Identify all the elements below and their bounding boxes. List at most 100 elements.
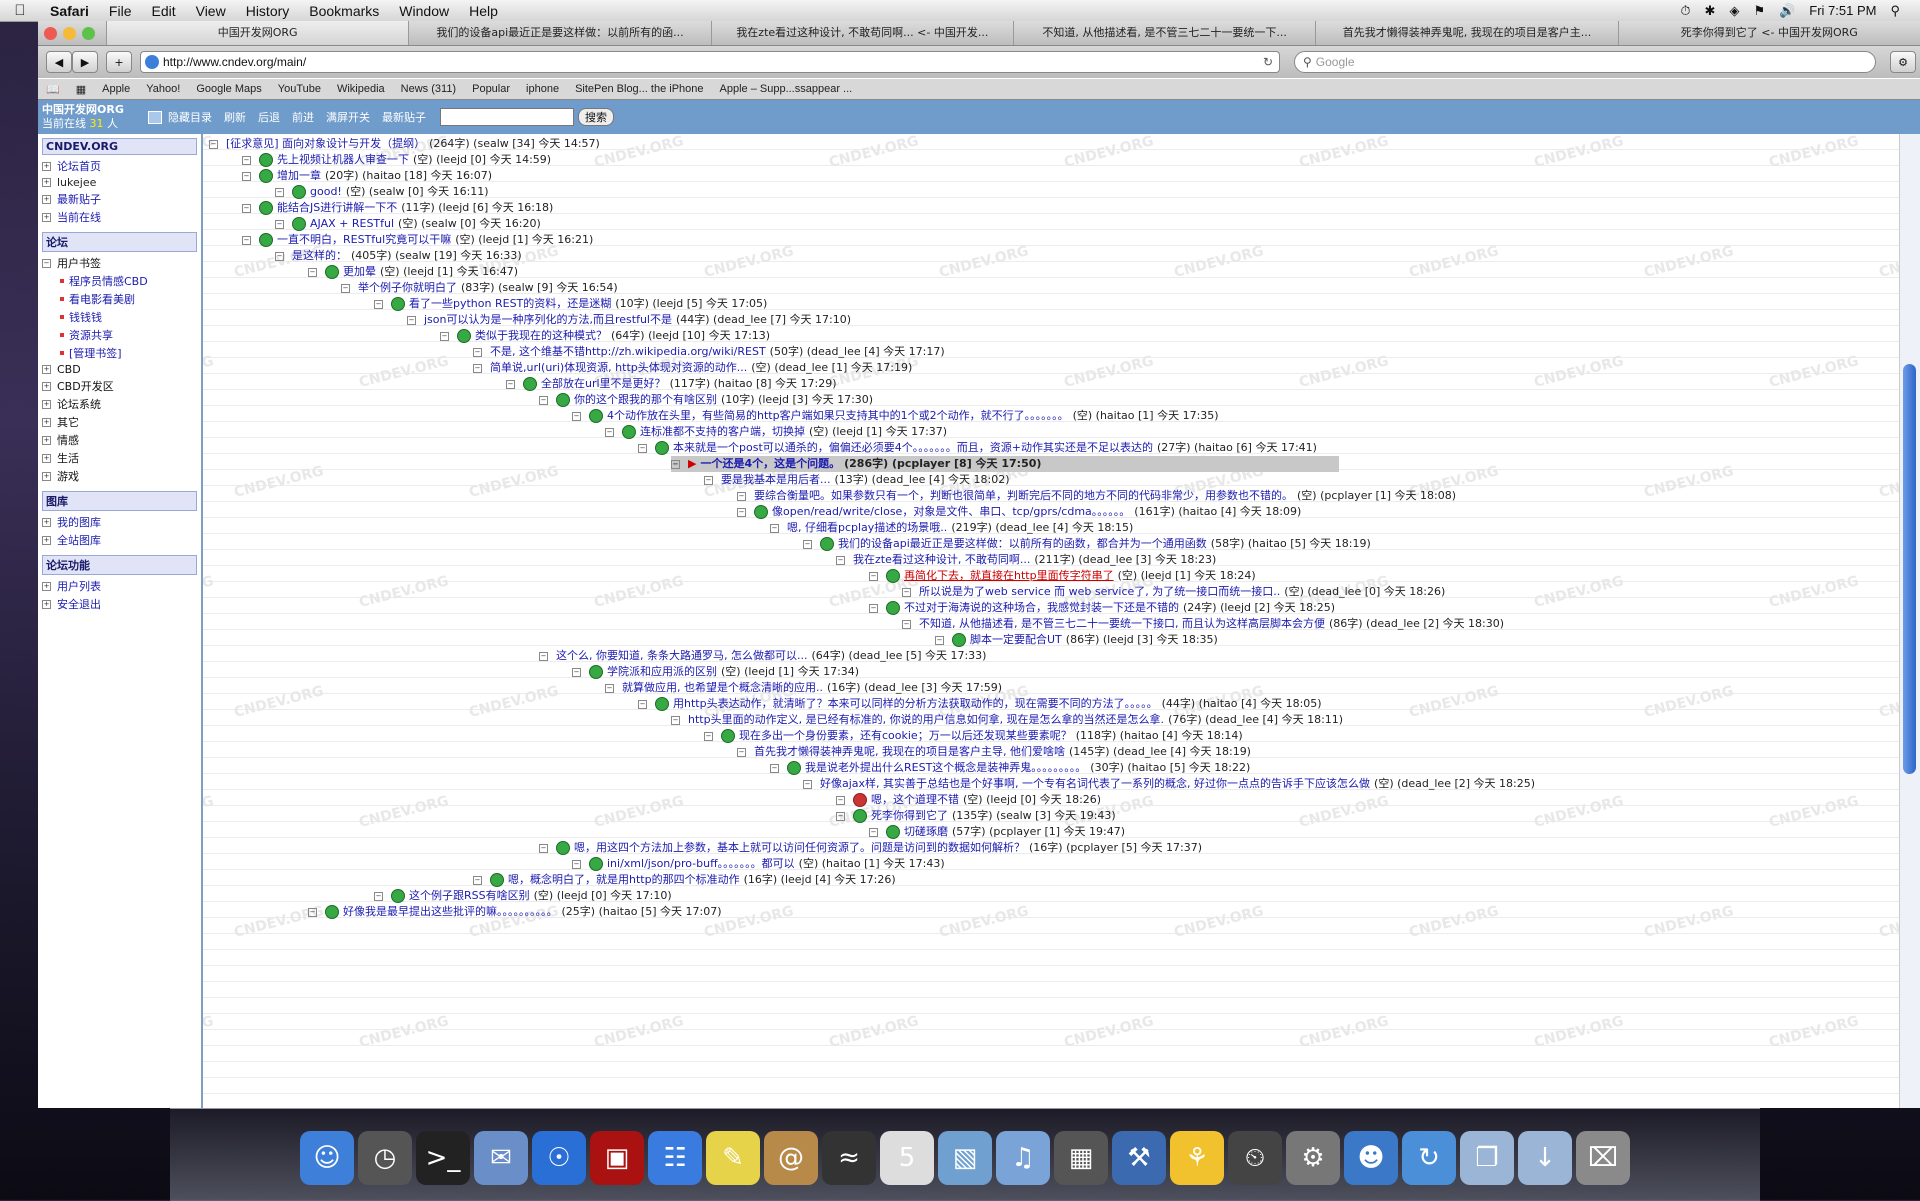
post-title[interactable]: 先上视频让机器人审查一下 — [277, 152, 409, 168]
post-title[interactable]: 连标准都不支持的客户端，切换掉 — [640, 424, 805, 440]
post-title[interactable]: 就算做应用, 也希望是个概念清晰的应用.. — [622, 680, 823, 696]
expand-icon[interactable]: + — [42, 517, 51, 527]
post-toggle-icon[interactable]: − — [473, 363, 482, 373]
post-toggle-icon[interactable]: − — [605, 427, 614, 437]
back-button[interactable]: ◀ — [46, 51, 72, 73]
thread-post[interactable]: − 我是说老外提出什么REST这个概念是装神弄鬼。。。。。。。。。 (30字) (h… — [770, 760, 1250, 776]
thread-post[interactable]: − 增加一章 (20字) (haitao [18] 今天 16:07) — [242, 168, 492, 184]
sync-icon[interactable]: ↻ — [1402, 1131, 1456, 1185]
top-sites-icon[interactable]: ▦ — [68, 83, 94, 96]
post-title[interactable]: json可以认为是一种序列化的方法,而且restful不是 — [424, 312, 672, 328]
post-toggle-icon[interactable]: − — [506, 379, 515, 389]
post-title[interactable]: 能结合JS进行讲解一下不 — [277, 200, 397, 216]
toggle-checkbox[interactable] — [148, 110, 162, 124]
thread-post[interactable]: − 看了一些python REST的资料，还是迷糊 (10字) (leejd [5]… — [374, 296, 767, 312]
thread-post[interactable]: − 不是, 这个维基不错http://zh.wikipedia.org/wiki/… — [473, 344, 945, 360]
bluetooth-icon[interactable]: ✱ — [1705, 3, 1716, 19]
activity-monitor-icon[interactable]: ≈ — [822, 1131, 876, 1185]
post-toggle-icon[interactable]: − — [605, 683, 614, 693]
wifi-icon[interactable]: ◈ — [1729, 3, 1739, 19]
post-title[interactable]: 要综合衡量吧。如果参数只有一个，判断也很简单，判断完后不同的地方不同的代码非常少… — [754, 488, 1293, 504]
forward-link[interactable]: 前进 — [286, 109, 320, 125]
url-text[interactable]: http://www.cndev.org/main/ — [163, 55, 306, 69]
post-title[interactable]: 一直不明白，RESTful究竟可以干嘛 — [277, 232, 451, 248]
post-toggle-icon[interactable]: − — [275, 219, 284, 229]
expand-icon[interactable]: + — [42, 471, 51, 481]
forum-item[interactable]: CBD — [57, 363, 81, 376]
bookmark-google-maps[interactable]: Google Maps — [188, 83, 269, 95]
expand-icon[interactable]: + — [42, 212, 51, 222]
zoom-window-button[interactable] — [82, 26, 95, 40]
post-toggle-icon[interactable]: − — [638, 699, 647, 709]
forum-item[interactable]: 论坛系统 — [57, 396, 101, 412]
post-title[interactable]: 举个例子你就明白了 — [358, 280, 457, 296]
post-toggle-icon[interactable]: − — [440, 331, 449, 341]
post-title[interactable]: 你的这个跟我的那个有啥区别 — [574, 392, 717, 408]
search-field[interactable]: ⚲ Google — [1294, 51, 1876, 73]
post-title[interactable]: 类似于我现在的这种模式？ — [475, 328, 607, 344]
minimize-window-button[interactable] — [63, 26, 76, 40]
thread-post[interactable]: − http头里面的动作定义, 是已经有标准的, 你说的用户信息如何拿, 现在是怎… — [671, 712, 1343, 728]
thread-post[interactable]: − 我们的设备api最近正是要这样做：以前所有的函数，都合并为一个通用函数 (58字… — [803, 536, 1371, 552]
image-capture-icon[interactable]: ▦ — [1054, 1131, 1108, 1185]
post-title[interactable]: 像open/read/write/close，对象是文件、串口、tcp/gprs… — [772, 504, 1130, 520]
thread-post[interactable]: − 切磋琢磨 (57字) (pcplayer [1] 今天 19:47) — [869, 824, 1125, 840]
post-title[interactable]: 简单说,url(uri)体现资源, http头体现对资源的动作... — [490, 360, 747, 376]
post-toggle-icon[interactable]: − — [836, 811, 845, 821]
thread-post[interactable]: − 好像我是最早提出这些批评的嘛。。。。。。。。。。 (25字) (haitao [… — [308, 904, 721, 920]
bookmarks-book-icon[interactable]: 📖 — [38, 83, 68, 96]
thread-post[interactable]: − 要综合衡量吧。如果参数只有一个，判断也很简单，判断完后不同的地方不同的代码非常… — [737, 488, 1456, 504]
bookmark-popular[interactable]: Popular — [464, 83, 518, 95]
thread-post[interactable]: − 连标准都不支持的客户端，切换掉 (空) (leejd [1] 今天 17:37) — [605, 424, 947, 440]
bookmark-apple[interactable]: Apple — [94, 83, 138, 95]
bookmark-yahoo[interactable]: Yahoo! — [138, 83, 188, 95]
bookmark-item[interactable]: 钱钱钱 — [69, 309, 102, 325]
photo-booth-icon[interactable]: ▣ — [590, 1131, 644, 1185]
latest-posts-link[interactable]: 最新贴子 — [376, 109, 432, 125]
system-preferences-icon[interactable]: ⚙ — [1286, 1131, 1340, 1185]
thread-post[interactable]: − 死李你得到它了 (135字) (sealw [3] 今天 19:43) — [836, 808, 1116, 824]
thread-post[interactable]: − 所以说是为了web service 而 web service了, 为了统一接… — [902, 584, 1445, 600]
expand-icon[interactable]: + — [42, 178, 51, 187]
thread-post[interactable]: − 一直不明白，RESTful究竟可以干嘛 (空) (leejd [1] 今天 16… — [242, 232, 593, 248]
tab-5[interactable]: 首先我才懒得装神弄鬼呢, 我现在的项目是客户主... — [1315, 21, 1617, 45]
thread-post[interactable]: − AJAX + RESTful (空) (sealw [0] 今天 16:20) — [275, 216, 541, 232]
post-title[interactable]: 4个动作放在头里，有些简易的http客户端如果只支持其中的1个或2个动作，就不行… — [607, 408, 1069, 424]
expand-icon[interactable]: + — [42, 399, 51, 409]
thread-post[interactable]: − 不过对于海涛说的这种场合，我感觉封装一下还是不错的 (24字) (leejd [… — [869, 600, 1335, 616]
menu-edit[interactable]: Edit — [141, 3, 185, 19]
time-machine-icon[interactable]: ⏱ — [1680, 3, 1690, 19]
time-machine-icon[interactable]: ⏲ — [1228, 1131, 1282, 1185]
post-title[interactable]: 是这样的： — [292, 248, 347, 264]
post-toggle-icon[interactable]: − — [275, 187, 284, 197]
post-title[interactable]: 再简化下去，就直接在http里面传字符串了 — [904, 568, 1114, 584]
safari-icon[interactable]: ☉ — [532, 1131, 586, 1185]
post-title[interactable]: 要是我基本是用后者... — [721, 472, 831, 488]
post-toggle-icon[interactable]: − — [572, 667, 581, 677]
app-menu[interactable]: Safari — [40, 3, 99, 19]
post-toggle-icon[interactable]: − — [770, 523, 779, 533]
sidebar-link[interactable]: lukejee — [57, 176, 96, 189]
post-title[interactable]: 所以说是为了web service 而 web service了, 为了统一接口… — [919, 584, 1280, 600]
thread-post[interactable]: − 脚本一定要配合UT (86字) (leejd [3] 今天 18:35) — [935, 632, 1218, 648]
downloads-icon[interactable]: ↓ — [1518, 1131, 1572, 1185]
post-title[interactable]: 学院派和应用派的区别 — [607, 664, 717, 680]
post-title[interactable]: 现在多出一个身份要素，还有cookie；万一以后还发现某些要素呢？ — [739, 728, 1072, 744]
thread-post[interactable]: − 简单说,url(uri)体现资源, http头体现对资源的动作... (空) (… — [473, 360, 912, 376]
trash-icon[interactable]: ⌧ — [1576, 1131, 1630, 1185]
post-title[interactable]: good! — [310, 184, 342, 200]
documents-icon[interactable]: ❐ — [1460, 1131, 1514, 1185]
menu-bookmarks[interactable]: Bookmarks — [299, 3, 389, 19]
iphoto-icon[interactable]: ▧ — [938, 1131, 992, 1185]
post-toggle-icon[interactable]: − — [473, 875, 482, 885]
post-toggle-icon[interactable]: − — [374, 299, 383, 309]
forum-item[interactable]: 其它 — [57, 414, 79, 430]
thread-post[interactable]: − 像open/read/write/close，对象是文件、串口、tcp/gpr… — [737, 504, 1301, 520]
post-toggle-icon[interactable]: − — [902, 619, 911, 629]
site-brand[interactable]: 中国开发网ORG — [42, 103, 142, 117]
refresh-link[interactable]: 刷新 — [218, 109, 252, 125]
post-title[interactable]: 我在zte看过这种设计, 不敢苟同啊... — [853, 552, 1030, 568]
collapse-icon[interactable]: − — [209, 139, 218, 149]
forum-item[interactable]: 游戏 — [57, 468, 79, 484]
post-toggle-icon[interactable]: − — [308, 907, 317, 917]
